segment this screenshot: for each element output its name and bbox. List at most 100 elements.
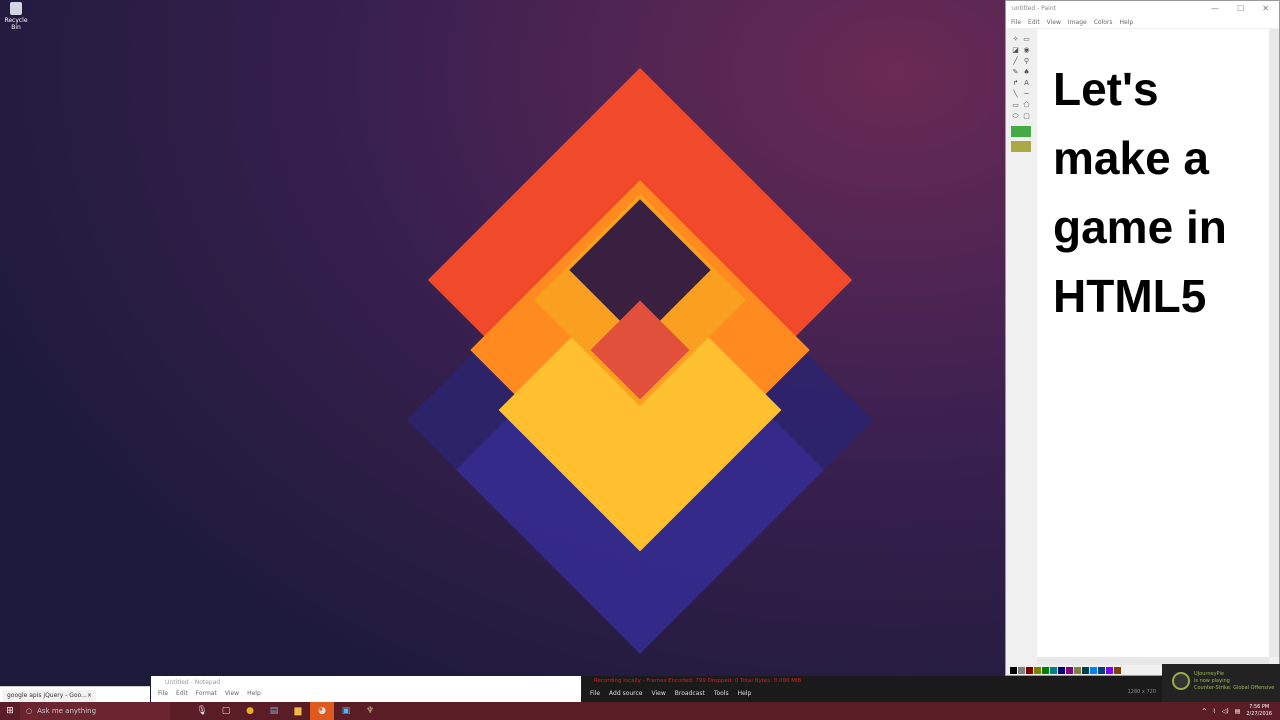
line-icon[interactable]: ╲ — [1011, 90, 1020, 99]
paint-window: untitled - Paint — ☐ ✕ File Edit View Im… — [1005, 0, 1280, 676]
tab-close-icon[interactable]: × — [87, 692, 92, 699]
task-view-icon[interactable]: ▢ — [214, 702, 238, 720]
airbrush-icon[interactable]: ↱ — [1011, 79, 1020, 88]
notification-user: UJourneyPie — [1194, 671, 1224, 677]
palette-color-swatch[interactable] — [1026, 667, 1033, 674]
recycle-bin-label: Recycle Bin — [4, 17, 28, 31]
close-button[interactable]: ✕ — [1262, 4, 1269, 13]
notepad-menu-edit[interactable]: Edit — [176, 690, 188, 697]
clock-date: 2/27/2016 — [1246, 711, 1272, 717]
palette-color-swatch[interactable] — [1010, 667, 1017, 674]
palette-color-swatch[interactable] — [1090, 667, 1097, 674]
cortana-search[interactable]: ○ Ask me anything — [20, 702, 170, 720]
action-center-icon[interactable]: ▤ — [1235, 708, 1241, 715]
game-avatar-icon — [1172, 672, 1190, 690]
obs-icon[interactable]: ▣ — [334, 702, 358, 720]
transparent-option-icon[interactable] — [1011, 126, 1031, 137]
file-explorer-icon[interactable]: ▆ — [286, 702, 310, 720]
notepad-menu-view[interactable]: View — [225, 690, 239, 697]
chevron-up-icon[interactable]: ^ — [1202, 708, 1207, 715]
clock-time: 7:56 PM — [1249, 704, 1270, 710]
taskbar: ⊞ ○ Ask me anything 🎙 ▢ ● ▤ ▆ ◕ ▣ ♆ ^ ⌇ … — [0, 702, 1280, 720]
polygon-icon[interactable]: ⬠ — [1022, 101, 1031, 110]
palette-color-swatch[interactable] — [1114, 667, 1121, 674]
paint-titlebar: untitled - Paint — ☐ ✕ — [1006, 1, 1279, 16]
palette-color-swatch[interactable] — [1042, 667, 1049, 674]
picker-icon[interactable]: ╱ — [1011, 57, 1020, 66]
minimize-button[interactable]: — — [1211, 4, 1219, 13]
tab-title: google apis jQuery - Goo... — [7, 692, 87, 699]
obs-menu-tools[interactable]: Tools — [714, 690, 729, 697]
obs-menu-broadcast[interactable]: Broadcast — [675, 690, 705, 697]
palette-color-swatch[interactable] — [1106, 667, 1113, 674]
magnifier-icon[interactable]: ⚲ — [1022, 57, 1031, 66]
obs-menu-view[interactable]: View — [652, 690, 666, 697]
paint-canvas[interactable]: Let's make a game in HTML5 — [1037, 29, 1269, 657]
obs-resolution: 1280 x 720 — [1127, 689, 1156, 695]
obs-menu-file[interactable]: File — [590, 690, 600, 697]
ellipse-icon[interactable]: ⬭ — [1011, 112, 1020, 121]
paint-toolbox: ✧ ▭ ◪ ◉ ╱ ⚲ ✎ ♠ ↱ A ╲ ~ ▭ ⬠ ⬭ ▢ — [1010, 34, 1032, 155]
obs-menu-help[interactable]: Help — [738, 690, 752, 697]
chrome-window: google apis jQuery - Goo... × — [0, 686, 150, 703]
rectangle-icon[interactable]: ▭ — [1011, 101, 1020, 110]
menu-colors[interactable]: Colors — [1094, 19, 1113, 26]
rect-select-icon[interactable]: ▭ — [1022, 35, 1031, 44]
obs-status: Recording locally - Frames Encoded: 799 … — [594, 678, 802, 684]
search-placeholder: Ask me anything — [37, 707, 97, 715]
palette-color-swatch[interactable] — [1082, 667, 1089, 674]
cortana-icon: ○ — [26, 707, 33, 715]
vertical-scrollbar[interactable] — [1269, 29, 1279, 657]
text-icon[interactable]: A — [1022, 79, 1031, 88]
obs-menu-add-source[interactable]: Add source — [609, 690, 642, 697]
menu-edit[interactable]: Edit — [1028, 19, 1040, 26]
opaque-option-icon[interactable] — [1011, 141, 1031, 152]
menu-help[interactable]: Help — [1120, 19, 1134, 26]
recycle-bin[interactable]: Recycle Bin — [2, 2, 30, 31]
palette-color-swatch[interactable] — [1098, 667, 1105, 674]
brush-icon[interactable]: ♠ — [1022, 68, 1031, 77]
paint-menubar: File Edit View Image Colors Help — [1006, 16, 1279, 28]
notepad-menu-format[interactable]: Format — [196, 690, 217, 697]
canvas-text-line: make a — [1053, 132, 1210, 184]
palette-color-swatch[interactable] — [1066, 667, 1073, 674]
paint-title: untitled - Paint — [1012, 5, 1056, 12]
paint-icon[interactable]: ♆ — [358, 702, 382, 720]
chrome-icon[interactable]: ● — [238, 702, 262, 720]
canvas-text-line: Let's — [1053, 63, 1159, 115]
notepad-icon[interactable]: ▤ — [262, 702, 286, 720]
notification-game: Counter-Strike: Global Offensive — [1194, 685, 1275, 691]
notepad-menu-help[interactable]: Help — [247, 690, 261, 697]
eraser-icon[interactable]: ◪ — [1011, 46, 1020, 55]
palette-color-swatch[interactable] — [1050, 667, 1057, 674]
palette-color-swatch[interactable] — [1058, 667, 1065, 674]
maximize-button[interactable]: ☐ — [1237, 4, 1244, 13]
steam-icon[interactable]: ◕ — [310, 702, 334, 720]
notification-status: is now playing — [1194, 678, 1230, 684]
obs-window: Recording locally - Frames Encoded: 799 … — [582, 676, 1162, 702]
color-palette — [1010, 667, 1121, 674]
menu-file[interactable]: File — [1011, 19, 1021, 26]
palette-color-swatch[interactable] — [1074, 667, 1081, 674]
notepad-title: Untitled - Notepad — [165, 679, 221, 686]
canvas-text-line: game in — [1053, 201, 1227, 253]
canvas-text-line: HTML5 — [1053, 270, 1207, 322]
palette-color-swatch[interactable] — [1034, 667, 1041, 674]
pencil-icon[interactable]: ✎ — [1011, 68, 1020, 77]
palette-color-swatch[interactable] — [1018, 667, 1025, 674]
rounded-rect-icon[interactable]: ▢ — [1022, 112, 1031, 121]
recycle-bin-icon — [10, 2, 22, 15]
system-tray: ^ ⌇ ◁) ▤ 7:56 PM 2/27/2016 — [1202, 704, 1280, 718]
microphone-icon[interactable]: 🎙 — [190, 702, 214, 720]
windows-start-icon[interactable]: ⊞ — [0, 706, 20, 716]
notepad-menu-file[interactable]: File — [158, 690, 168, 697]
curve-icon[interactable]: ~ — [1022, 90, 1031, 99]
menu-image[interactable]: Image — [1068, 19, 1087, 26]
free-select-icon[interactable]: ✧ — [1011, 35, 1020, 44]
steam-notification[interactable]: UJourneyPie is now playing Counter-Strik… — [1162, 664, 1280, 702]
volume-icon[interactable]: ◁) — [1222, 708, 1229, 715]
network-icon[interactable]: ⌇ — [1213, 708, 1216, 715]
clock[interactable]: 7:56 PM 2/27/2016 — [1246, 704, 1272, 718]
menu-view[interactable]: View — [1047, 19, 1061, 26]
fill-icon[interactable]: ◉ — [1022, 46, 1031, 55]
